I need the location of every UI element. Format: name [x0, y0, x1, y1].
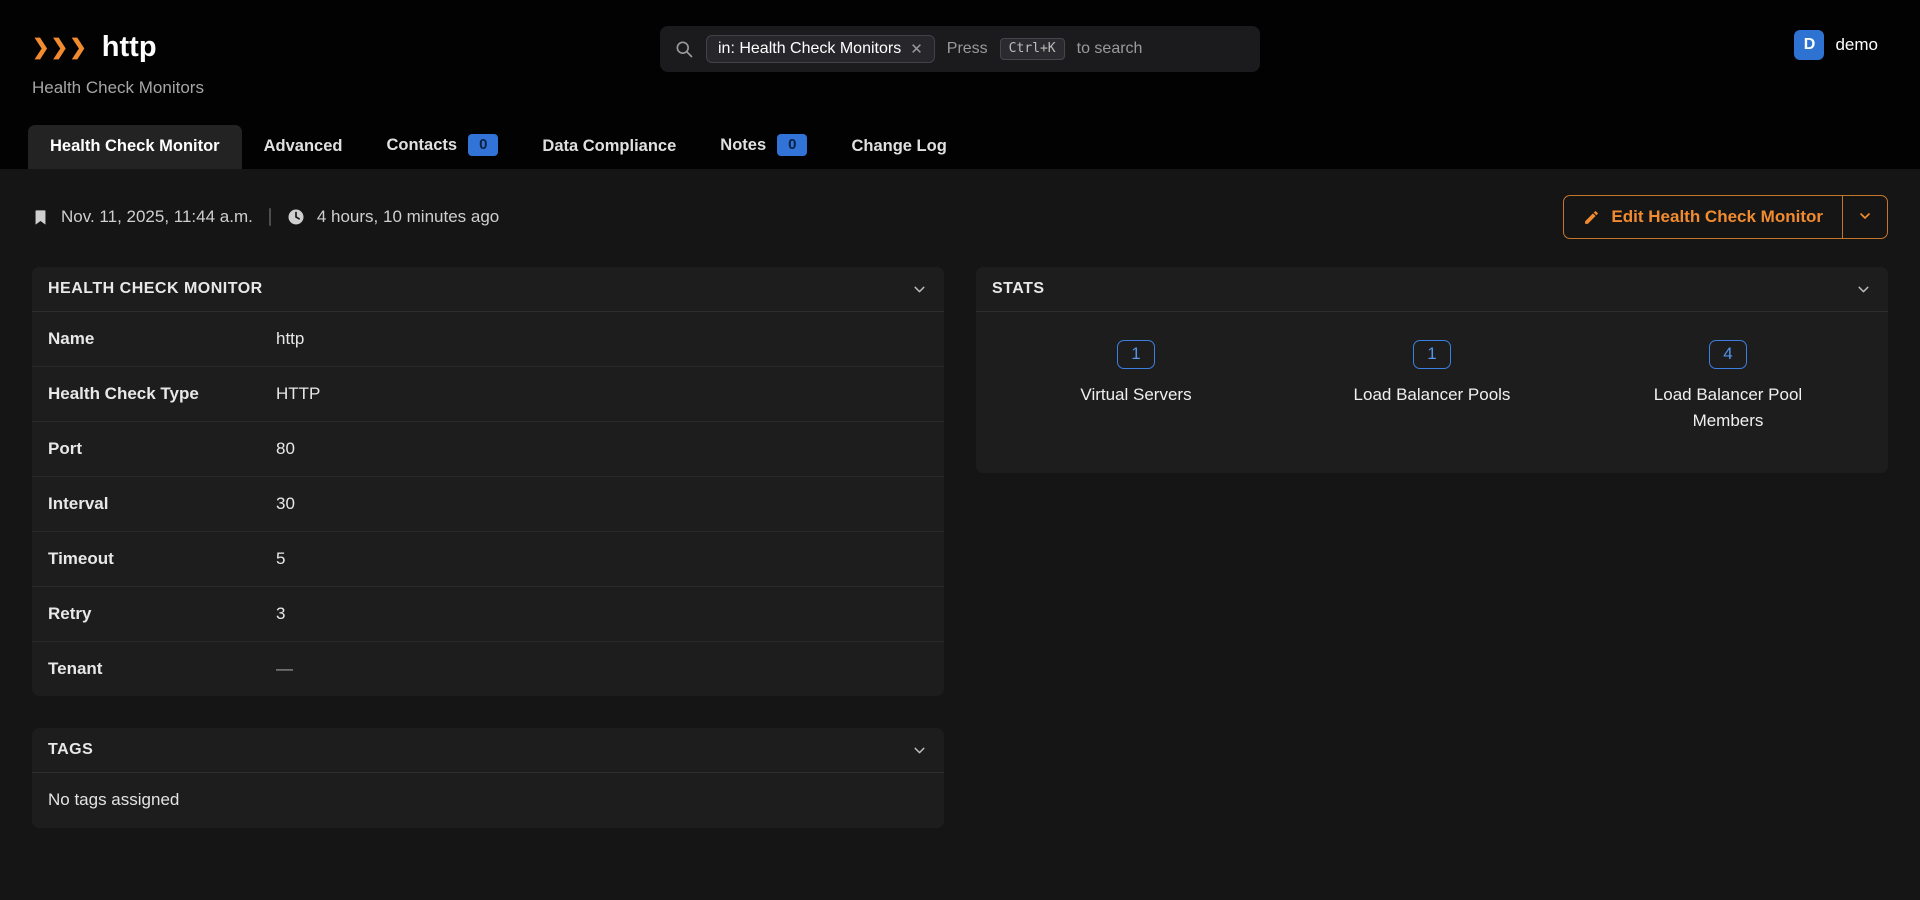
- stat-label: Load Balancer Pools: [1354, 382, 1511, 408]
- field-value: http: [276, 329, 928, 349]
- tab-label: Data Compliance: [542, 137, 676, 156]
- stat-label: Virtual Servers: [1080, 382, 1191, 408]
- stat-count-badge[interactable]: 1: [1117, 340, 1154, 369]
- panel-header: STATS: [976, 267, 1888, 312]
- field-row-interval: Interval 30: [32, 477, 944, 532]
- search-hint-press: Press: [947, 40, 988, 58]
- tab-label: Change Log: [851, 137, 946, 156]
- updated-relative-time: 4 hours, 10 minutes ago: [317, 207, 499, 227]
- right-column: STATS 1 Virtual Servers 1 Load Balancer …: [976, 267, 1888, 473]
- field-value: 30: [276, 494, 928, 514]
- field-label: Tenant: [48, 659, 276, 679]
- tab-label: Advanced: [264, 137, 343, 156]
- breadcrumb[interactable]: Health Check Monitors: [32, 78, 204, 100]
- tab-label: Contacts: [386, 136, 457, 155]
- tab-advanced[interactable]: Advanced: [242, 125, 365, 169]
- field-row-name: Name http: [32, 312, 944, 367]
- stat-count-badge[interactable]: 4: [1709, 340, 1746, 369]
- edit-dropdown-toggle[interactable]: [1842, 195, 1888, 239]
- field-row-health-check-type: Health Check Type HTTP: [32, 367, 944, 422]
- field-label: Health Check Type: [48, 384, 276, 404]
- panel-header: TAGS: [32, 728, 944, 773]
- chevron-down-icon: [1857, 208, 1873, 227]
- field-row-retry: Retry 3: [32, 587, 944, 642]
- search-hint-suffix: to search: [1077, 40, 1143, 58]
- stat-count-badge[interactable]: 1: [1413, 340, 1450, 369]
- notes-count-badge: 0: [777, 134, 807, 156]
- chip-close-icon[interactable]: ✕: [910, 42, 923, 57]
- divider: [269, 208, 271, 226]
- username: demo: [1835, 35, 1878, 55]
- app-logo[interactable]: ❯❯❯: [32, 35, 88, 60]
- field-value: 5: [276, 549, 928, 569]
- tab-health-check-monitor[interactable]: Health Check Monitor: [28, 125, 242, 169]
- health-check-monitor-panel: HEALTH CHECK MONITOR Name http Health Ch…: [32, 267, 944, 696]
- pencil-icon: [1583, 209, 1600, 226]
- stat-label: Load Balancer Pool Members: [1623, 382, 1833, 435]
- panel-title: STATS: [992, 280, 1045, 298]
- field-value: —: [276, 659, 928, 679]
- global-search[interactable]: in: Health Check Monitors ✕ Press Ctrl+K…: [660, 26, 1260, 72]
- stat-load-balancer-pool-members: 4 Load Balancer Pool Members: [1580, 340, 1876, 435]
- field-label: Name: [48, 329, 276, 349]
- tab-bar: Health Check Monitor Advanced Contacts 0…: [0, 100, 1920, 169]
- clock-icon: [287, 208, 305, 226]
- left-column: HEALTH CHECK MONITOR Name http Health Ch…: [32, 267, 944, 828]
- field-label: Timeout: [48, 549, 276, 569]
- created-timestamp: Nov. 11, 2025, 11:44 a.m.: [61, 207, 253, 227]
- ctrl-k-shortcut: Ctrl+K: [1000, 38, 1065, 60]
- field-row-timeout: Timeout 5: [32, 532, 944, 587]
- edit-button-label: Edit Health Check Monitor: [1611, 207, 1823, 227]
- stats-body: 1 Virtual Servers 1 Load Balancer Pools …: [976, 312, 1888, 473]
- field-label: Interval: [48, 494, 276, 514]
- collapse-chevron-icon[interactable]: [1855, 281, 1872, 298]
- meta-row: Nov. 11, 2025, 11:44 a.m. 4 hours, 10 mi…: [0, 169, 1920, 267]
- timestamps: Nov. 11, 2025, 11:44 a.m. 4 hours, 10 mi…: [32, 207, 499, 227]
- field-row-port: Port 80: [32, 422, 944, 477]
- field-label: Retry: [48, 604, 276, 624]
- page-title: http: [102, 31, 157, 64]
- field-row-tenant: Tenant —: [32, 642, 944, 696]
- field-label: Port: [48, 439, 276, 459]
- panel-header: HEALTH CHECK MONITOR: [32, 267, 944, 312]
- tab-notes[interactable]: Notes 0: [698, 122, 829, 169]
- top-bar: ❯❯❯ http Health Check Monitors in: Healt…: [0, 0, 1920, 100]
- bookmark-icon: [32, 209, 49, 226]
- search-icon: [674, 39, 694, 59]
- tab-label: Notes: [720, 136, 766, 155]
- tags-empty-message: No tags assigned: [32, 773, 944, 828]
- content-area: HEALTH CHECK MONITOR Name http Health Ch…: [0, 267, 1920, 860]
- tab-label: Health Check Monitor: [50, 137, 220, 156]
- stat-virtual-servers: 1 Virtual Servers: [988, 340, 1284, 435]
- edit-health-check-monitor-button[interactable]: Edit Health Check Monitor: [1563, 195, 1842, 239]
- edit-split-button: Edit Health Check Monitor: [1563, 195, 1888, 239]
- tags-panel: TAGS No tags assigned: [32, 728, 944, 828]
- tab-data-compliance[interactable]: Data Compliance: [520, 125, 698, 169]
- collapse-chevron-icon[interactable]: [911, 742, 928, 759]
- tab-change-log[interactable]: Change Log: [829, 125, 968, 169]
- panel-title: HEALTH CHECK MONITOR: [48, 280, 263, 298]
- contacts-count-badge: 0: [468, 134, 498, 156]
- search-context-chip[interactable]: in: Health Check Monitors ✕: [706, 35, 935, 63]
- field-value: 3: [276, 604, 928, 624]
- stats-panel: STATS 1 Virtual Servers 1 Load Balancer …: [976, 267, 1888, 473]
- user-menu[interactable]: D demo: [1794, 30, 1878, 60]
- stat-load-balancer-pools: 1 Load Balancer Pools: [1284, 340, 1580, 435]
- avatar: D: [1794, 30, 1824, 60]
- field-value: HTTP: [276, 384, 928, 404]
- panel-title: TAGS: [48, 741, 93, 759]
- collapse-chevron-icon[interactable]: [911, 281, 928, 298]
- tab-contacts[interactable]: Contacts 0: [364, 122, 520, 169]
- search-chip-label: in: Health Check Monitors: [718, 40, 901, 58]
- field-value: 80: [276, 439, 928, 459]
